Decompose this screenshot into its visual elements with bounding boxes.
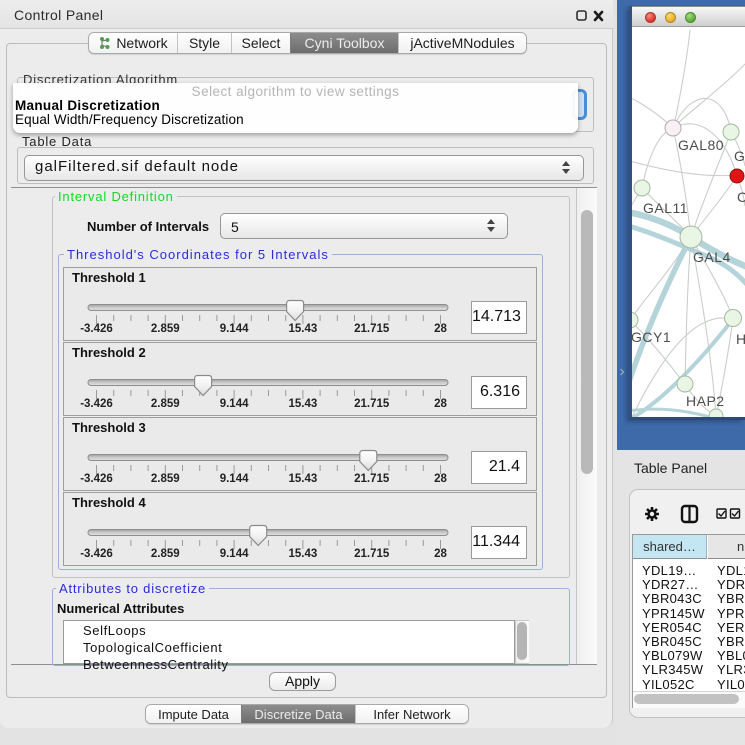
svg-text:GAL80: GAL80 bbox=[678, 137, 724, 153]
svg-text:HAP2: HAP2 bbox=[686, 393, 725, 409]
svg-text:GCY1: GCY1 bbox=[632, 329, 671, 345]
svg-text:GAL11: GAL11 bbox=[643, 200, 688, 216]
svg-text:GAL4: GAL4 bbox=[693, 249, 731, 265]
svg-text:H: H bbox=[736, 331, 745, 347]
svg-text:G.: G. bbox=[734, 148, 745, 164]
svg-text:C: C bbox=[737, 189, 745, 205]
